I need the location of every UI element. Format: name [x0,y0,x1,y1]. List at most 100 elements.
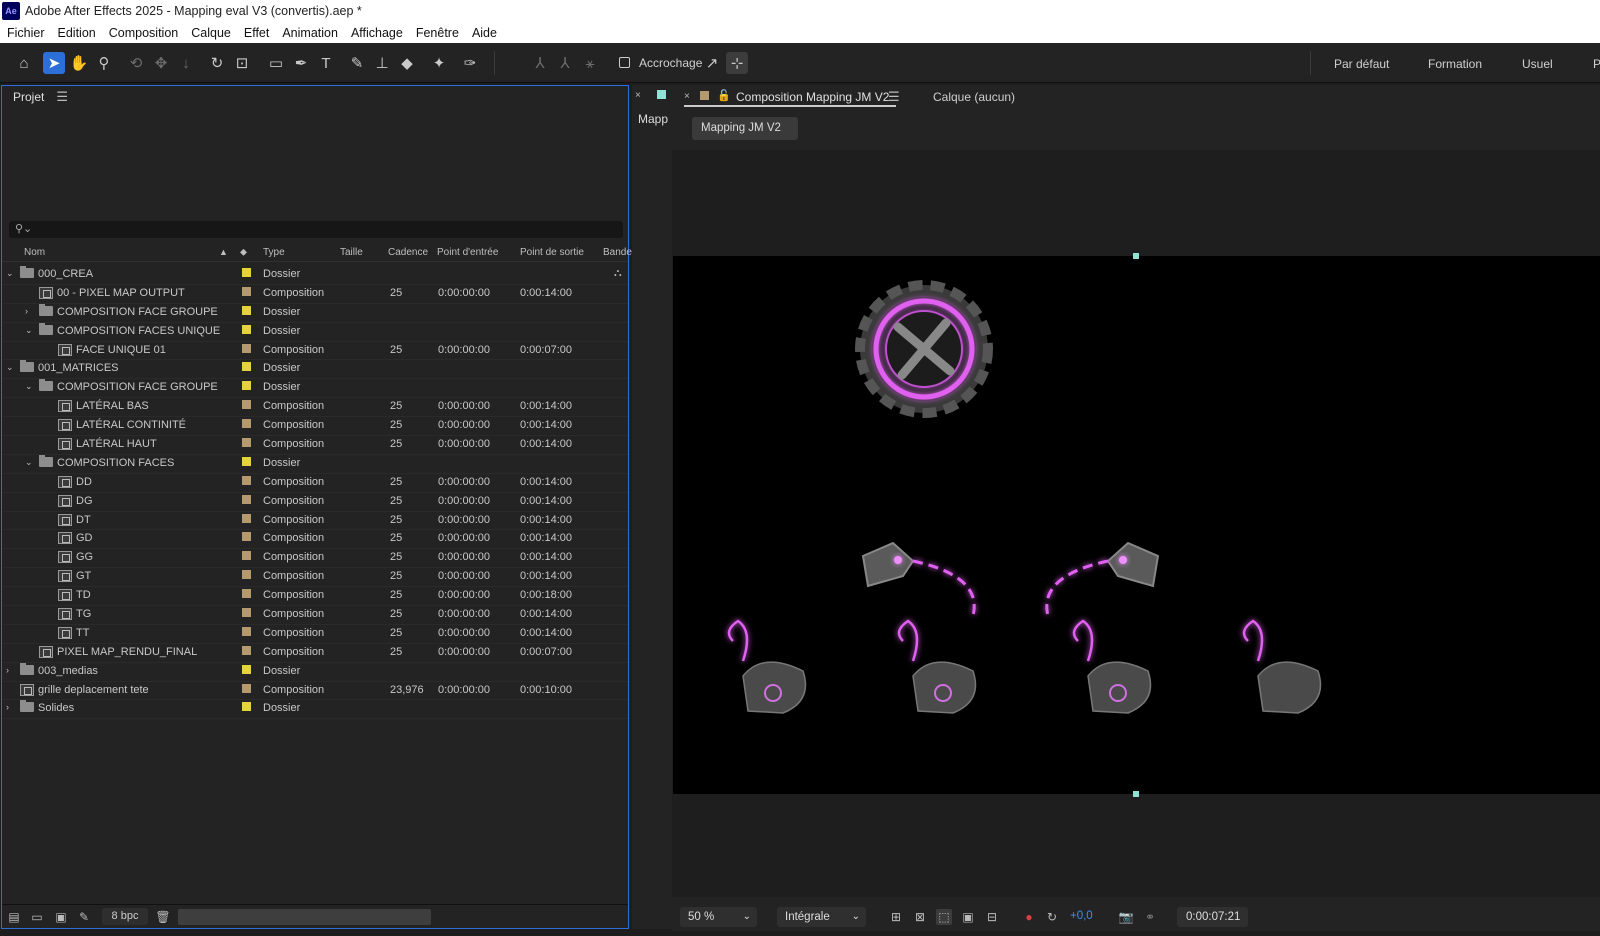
item-label-swatch[interactable] [242,608,251,618]
close-icon[interactable]: × [684,91,690,102]
item-label-swatch[interactable] [242,381,251,391]
close-icon[interactable]: × [635,90,641,101]
sort-ascending-icon[interactable]: ▲ [219,247,228,257]
menu-calque[interactable]: Calque [191,26,231,40]
menu-fenetre[interactable]: Fenêtre [416,26,459,40]
menu-edition[interactable]: Edition [58,26,96,40]
project-item-row[interactable]: DD Composition 25 0:00:00:00 0:00:14:00 [2,474,628,493]
item-label-swatch[interactable] [242,438,251,448]
snap-grid-icon[interactable]: ⊹ [726,52,748,74]
expand-open-icon[interactable]: ⌄ [6,268,16,279]
project-item-row[interactable]: LATÉRAL CONTINITÉ Composition 25 0:00:00:00… [2,417,628,437]
item-label-swatch[interactable] [242,702,251,712]
col-tape[interactable]: Bande [603,247,632,258]
project-item-row[interactable]: TD Composition 25 0:00:00:00 0:00:18:00 [2,587,628,607]
axis-view-icon[interactable]: ⚹ [579,52,601,74]
item-label-swatch[interactable] [242,419,251,429]
zoom-tool-icon[interactable]: ⚲ [93,52,115,74]
project-item-row[interactable]: 00 - PIXEL MAP OUTPUT Composition 25 0:00:0… [2,285,628,304]
item-label-swatch[interactable] [242,286,251,296]
menu-aide[interactable]: Aide [472,26,497,40]
new-folder-icon[interactable]: ▭ [29,909,45,925]
bit-depth-button[interactable]: 8 bpc [102,908,148,925]
col-in-point[interactable]: Point d'entrée [437,247,498,258]
canvas-handle-top[interactable] [1133,253,1139,259]
project-item-row[interactable]: LATÉRAL HAUT Composition 25 0:00:00:00 0:00:… [2,436,628,455]
rotation-tool-icon[interactable]: ↻ [206,52,228,74]
col-type[interactable]: Type [263,247,285,258]
puppet-pin-tool-icon[interactable]: ✑ [459,52,481,74]
project-item-row[interactable]: TG Composition 25 0:00:00:00 0:00:14:00 [2,606,628,625]
item-label-swatch[interactable] [242,456,251,466]
project-item-row[interactable]: FACE UNIQUE 01 Composition 25 0:00:00:00 0:0… [2,342,628,361]
expand-closed-icon[interactable]: › [6,702,16,712]
roto-brush-tool-icon[interactable]: ✦ [428,52,450,74]
trash-icon[interactable]: 🗑 [155,909,171,925]
comp-breadcrumb[interactable]: Mapping JM V2 [692,117,798,140]
panel-menu-icon[interactable]: ☰ [888,89,900,105]
eraser-tool-icon[interactable]: ◆ [396,52,418,74]
tab-layer[interactable]: Calque (aucun) [933,90,1015,104]
col-name[interactable]: Nom [24,247,45,258]
clone-stamp-tool-icon[interactable]: ⊥ [371,52,393,74]
fast-previews-icon[interactable]: ⊞ [888,909,904,925]
item-label-swatch[interactable] [242,268,251,277]
zoom-select[interactable]: 50 % ⌄ [680,907,757,927]
project-item-row[interactable]: ⌄ COMPOSITION FACES Dossier [2,454,628,474]
expand-open-icon[interactable]: ⌄ [6,362,16,373]
project-item-row[interactable]: TT Composition 25 0:00:00:00 0:00:14:00 [2,625,628,644]
project-item-row[interactable]: GT Composition 25 0:00:00:00 0:00:14:00 [2,568,628,588]
item-label-swatch[interactable] [242,324,251,334]
axis-world-icon[interactable]: ⅄ [554,52,576,74]
horizontal-scrollbar[interactable] [178,909,431,925]
project-item-row[interactable]: › Solides Dossier [2,700,628,720]
panel-menu-icon[interactable]: ☰ [56,89,68,105]
project-item-row[interactable]: › 003_medias Dossier [2,662,628,682]
canvas-handle-bottom[interactable] [1133,791,1139,797]
project-item-row[interactable]: ⌄ COMPOSITION FACES UNIQUE Dossier [2,322,628,342]
item-label-swatch[interactable] [242,305,251,315]
project-item-row[interactable]: GD Composition 25 0:00:00:00 0:00:14:00 [2,530,628,550]
snapping-checkbox[interactable] [619,57,630,68]
selection-tool-icon[interactable]: ➤ [43,52,65,74]
project-item-row[interactable]: ⌄ 001_MATRICES Dossier [2,360,628,380]
composition-canvas[interactable] [673,256,1600,794]
col-rate[interactable]: Cadence [388,247,428,258]
item-label-swatch[interactable] [242,645,251,655]
reset-exposure-icon[interactable]: ↻ [1044,909,1060,925]
pen-tool-icon[interactable]: ✒ [290,52,312,74]
workspace-usuel[interactable]: Usuel [1522,57,1553,71]
flowchart-icon[interactable]: ⛬ [614,267,622,280]
col-size[interactable]: Taille [340,247,363,258]
project-item-row[interactable]: GG Composition 25 0:00:00:00 0:00:14:00 [2,549,628,569]
project-item-row[interactable]: ⌄ COMPOSITION FACE GROUPE Dossier [2,379,628,399]
expand-open-icon[interactable]: ⌄ [25,325,35,336]
grid-guides-icon[interactable]: ⊟ [984,909,1000,925]
item-label-swatch[interactable] [242,475,251,485]
snapshot-icon[interactable]: 📷 [1118,909,1134,925]
workspace-formation[interactable]: Formation [1428,57,1482,71]
item-label-swatch[interactable] [242,664,251,674]
label-tag-icon[interactable]: ⬥ [240,247,247,258]
orbit-camera-icon[interactable]: ⟲ [125,52,147,74]
project-item-row[interactable]: DT Composition 25 0:00:00:00 0:00:14:00 [2,512,628,531]
project-item-row[interactable]: › COMPOSITION FACE GROUPE Dossier [2,303,628,323]
hand-tool-icon[interactable]: ✋ [68,52,90,74]
resolution-select[interactable]: Intégrale ⌄ [777,907,866,927]
lock-icon[interactable]: 🔓 [717,89,731,102]
project-item-row[interactable]: PIXEL MAP_RENDU_FINAL Composition 25 0:00:0… [2,644,628,663]
expand-closed-icon[interactable]: › [6,665,16,675]
interpret-footage-icon[interactable]: ▤ [6,909,22,925]
project-panel-title[interactable]: Projet [13,90,44,104]
text-tool-icon[interactable]: T [315,52,337,74]
menu-composition[interactable]: Composition [109,26,178,40]
channels-icon[interactable]: ● [1021,909,1037,925]
pan-camera-icon[interactable]: ✥ [150,52,172,74]
project-search-input[interactable]: ⚲⌄ [9,221,623,238]
transparency-grid-icon[interactable]: ⊠ [912,909,928,925]
collapsed-tab-label[interactable]: Mapp [638,112,668,126]
item-label-swatch[interactable] [242,532,251,542]
new-composition-icon[interactable]: ▣ [53,909,69,925]
project-settings-icon[interactable]: ✎ [76,909,92,925]
project-item-row[interactable]: DG Composition 25 0:00:00:00 0:00:14:00 [2,493,628,512]
